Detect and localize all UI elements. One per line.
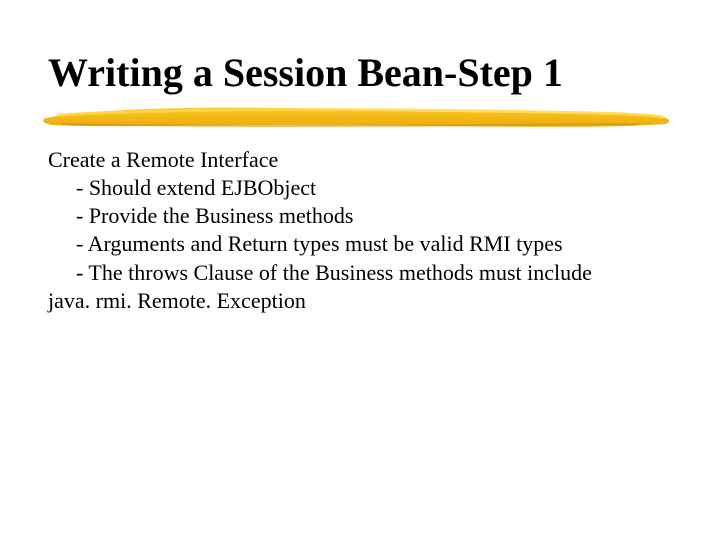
title-underline [38, 102, 672, 132]
body-item: - Provide the Business methods [48, 202, 672, 230]
brush-stroke-icon [38, 102, 678, 132]
body-lead: Create a Remote Interface [48, 146, 672, 174]
body-item: - Should extend EJBObject [48, 174, 672, 202]
slide-container: Writing a Session Bean-Step 1 Create a R… [0, 0, 720, 540]
body-trail: java. rmi. Remote. Exception [48, 287, 672, 315]
slide-title: Writing a Session Bean-Step 1 [48, 50, 672, 96]
body-item: - Arguments and Return types must be val… [48, 230, 672, 258]
body-item: - The throws Clause of the Business meth… [48, 259, 672, 287]
slide-body: Create a Remote Interface - Should exten… [48, 146, 672, 315]
